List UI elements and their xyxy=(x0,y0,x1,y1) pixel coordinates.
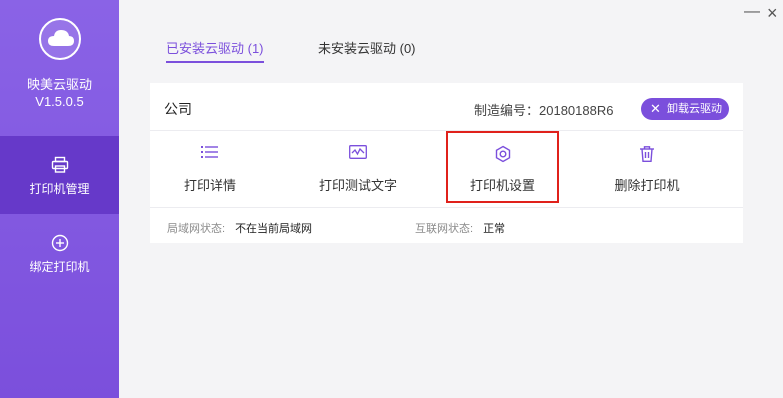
serial-value: 20180188R6 xyxy=(539,103,614,118)
test-print-icon xyxy=(349,145,367,164)
tab-not-installed[interactable]: 未安装云驱动 (0) xyxy=(318,38,416,57)
lan-status-label: 局域网状态: xyxy=(167,223,226,235)
cloud-logo-icon xyxy=(39,18,81,60)
active-tab-indicator xyxy=(166,61,264,63)
action-label: 打印测试文字 xyxy=(318,178,397,193)
internet-status: 互联网状态: 正常 xyxy=(415,220,505,236)
internet-status-value: 正常 xyxy=(483,223,506,235)
printer-card: 公司 制造编号：20180188R6 ✕ 卸载云驱动 打印详情 打印测试文字 打… xyxy=(150,83,743,243)
uninstall-label: 卸载云驱动 xyxy=(667,103,722,115)
tab-installed[interactable]: 已安装云驱动 (1) xyxy=(166,38,264,57)
printer-name: 公司 xyxy=(164,101,192,117)
sidebar: 映美云驱动 V1.5.0.5 打印机管理 绑定打印机 xyxy=(0,0,119,398)
serial-number: 制造编号：20180188R6 xyxy=(474,100,613,119)
delete-printer-button[interactable]: 删除打印机 xyxy=(587,131,707,206)
lan-status-value: 不在当前局域网 xyxy=(235,223,313,235)
action-label: 打印详情 xyxy=(183,178,236,193)
app-version: V1.5.0.5 xyxy=(35,94,84,109)
sidebar-item-label: 绑定打印机 xyxy=(29,260,90,274)
sidebar-item-bind-printer[interactable]: 绑定打印机 xyxy=(0,214,119,292)
divider xyxy=(150,207,743,208)
minimize-button[interactable]: — xyxy=(744,4,760,20)
close-icon: ✕ xyxy=(650,101,661,116)
printer-icon xyxy=(51,156,69,179)
action-label: 删除打印机 xyxy=(614,178,680,193)
list-icon xyxy=(201,145,219,164)
add-circle-icon xyxy=(51,234,69,257)
print-details-button[interactable]: 打印详情 xyxy=(150,131,270,206)
close-button[interactable]: × xyxy=(767,4,778,22)
serial-label: 制造编号： xyxy=(474,103,540,118)
internet-status-label: 互联网状态: xyxy=(415,223,474,235)
trash-icon xyxy=(638,145,656,168)
print-test-text-button[interactable]: 打印测试文字 xyxy=(298,131,418,206)
uninstall-driver-button[interactable]: ✕ 卸载云驱动 xyxy=(641,98,729,120)
sidebar-item-label: 打印机管理 xyxy=(29,182,90,196)
settings-highlight-box xyxy=(446,131,559,203)
app-name: 映美云驱动 xyxy=(26,77,92,92)
sidebar-item-printer-management[interactable]: 打印机管理 xyxy=(0,136,119,214)
lan-status: 局域网状态: 不在当前局域网 xyxy=(167,220,312,236)
